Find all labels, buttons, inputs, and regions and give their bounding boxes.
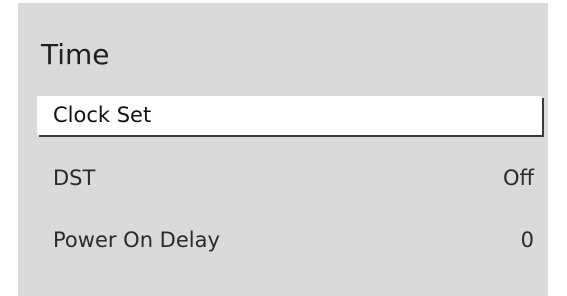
panel-title: Time (41, 38, 110, 71)
menu-item-label: Clock Set (53, 103, 152, 127)
menu-item-clock-set[interactable]: Clock Set (37, 96, 542, 135)
menu-item-label: DST (53, 166, 96, 190)
menu-item-value: 0 (520, 228, 534, 252)
menu-item-value: Off (503, 166, 534, 190)
menu-item-power-on-delay[interactable]: Power On Delay 0 (37, 221, 542, 260)
menu-item-label: Power On Delay (53, 228, 220, 252)
menu-item-dst[interactable]: DST Off (37, 159, 542, 198)
time-menu-panel: Time Clock Set DST Off Power On Delay 0 (18, 3, 548, 296)
